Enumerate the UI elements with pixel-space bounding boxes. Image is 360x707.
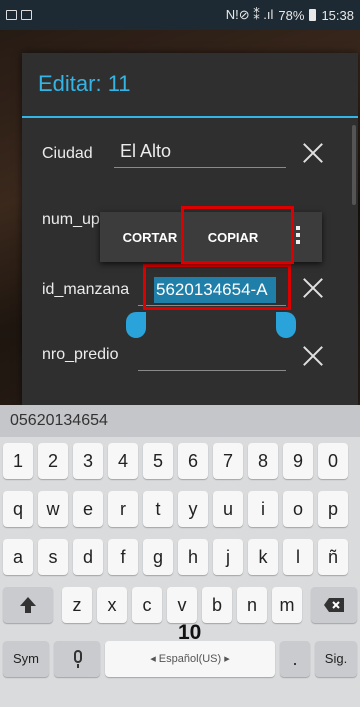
key[interactable]: z [62, 587, 92, 623]
selection-handle-end[interactable] [276, 312, 296, 338]
next-key[interactable]: Sig. [315, 641, 357, 677]
key[interactable]: i [248, 491, 278, 527]
key[interactable]: e [73, 491, 103, 527]
key[interactable]: 2 [38, 443, 68, 479]
key[interactable]: g [143, 539, 173, 575]
key[interactable]: o [283, 491, 313, 527]
key[interactable]: v [167, 587, 197, 623]
title-divider [22, 116, 358, 118]
battery-percent: 78% [278, 7, 305, 23]
key[interactable]: k [248, 539, 278, 575]
key[interactable]: u [213, 491, 243, 527]
period-key[interactable]: . [280, 641, 310, 677]
screenshot-icon [21, 10, 32, 20]
backspace-icon [324, 598, 344, 612]
status-bar: N!⊘ ⁑ .ıl 78% 15:38 [0, 0, 360, 30]
key[interactable]: t [143, 491, 173, 527]
key[interactable]: 8 [248, 443, 278, 479]
key[interactable]: 4 [108, 443, 138, 479]
gallery-icon [6, 10, 17, 20]
key[interactable]: h [178, 539, 208, 575]
key[interactable]: l [283, 539, 313, 575]
key[interactable]: 0 [318, 443, 348, 479]
clear-ciudad-icon[interactable] [302, 142, 324, 164]
key[interactable]: 1 [3, 443, 33, 479]
shift-icon [20, 597, 36, 613]
key[interactable]: q [3, 491, 33, 527]
key[interactable]: p [318, 491, 348, 527]
key[interactable]: m [272, 587, 302, 623]
clock: 15:38 [321, 7, 354, 23]
key[interactable]: 9 [283, 443, 313, 479]
key[interactable]: c [132, 587, 162, 623]
backspace-key[interactable] [311, 587, 357, 623]
key[interactable]: b [202, 587, 232, 623]
key[interactable]: 3 [73, 443, 103, 479]
dialog-title: Editar: 11 [38, 71, 131, 96]
notification-icons [6, 10, 32, 20]
key[interactable]: r [108, 491, 138, 527]
field-label-id-manzana: id_manzana [42, 281, 130, 298]
signal-icons: N!⊘ ⁑ .ıl [225, 7, 274, 22]
microphone-icon [74, 650, 82, 663]
key[interactable]: s [38, 539, 68, 575]
highlight-box-selection [143, 264, 291, 310]
voice-key[interactable] [54, 641, 100, 677]
key[interactable]: 6 [178, 443, 208, 479]
key[interactable]: x [97, 587, 127, 623]
soft-keyboard: 05620134654 1 2 3 4 5 6 7 8 9 0 q w e r … [0, 405, 360, 707]
key[interactable]: ñ [318, 539, 348, 575]
key[interactable]: f [108, 539, 138, 575]
key[interactable]: 7 [213, 443, 243, 479]
field-label-ciudad: Ciudad [42, 145, 93, 162]
selection-handle-start[interactable] [126, 312, 146, 338]
space-key[interactable]: ◂ Español(US) ▸ [105, 641, 275, 677]
ciudad-input[interactable]: El Alto [120, 141, 171, 162]
key[interactable]: w [38, 491, 68, 527]
clear-id-manzana-icon[interactable] [302, 277, 324, 299]
suggestion-bar[interactable]: 05620134654 [0, 405, 360, 437]
field-label-nro-predio: nro_predio [42, 346, 119, 363]
key[interactable]: 5 [143, 443, 173, 479]
clear-nro-predio-icon[interactable] [302, 345, 324, 367]
sym-key[interactable]: Sym [3, 641, 49, 677]
scrollbar[interactable] [352, 125, 356, 205]
overflow-menu-icon[interactable] [296, 226, 300, 247]
cut-button[interactable]: CORTAR [114, 212, 186, 262]
page-number: 10 [178, 621, 202, 644]
key[interactable]: d [73, 539, 103, 575]
highlight-box-copy [181, 206, 294, 264]
field-label-num-up: num_up [42, 211, 100, 228]
shift-key[interactable] [3, 587, 53, 623]
key[interactable]: a [3, 539, 33, 575]
key[interactable]: n [237, 587, 267, 623]
battery-icon [309, 9, 317, 21]
key[interactable]: y [178, 491, 208, 527]
key[interactable]: j [213, 539, 243, 575]
